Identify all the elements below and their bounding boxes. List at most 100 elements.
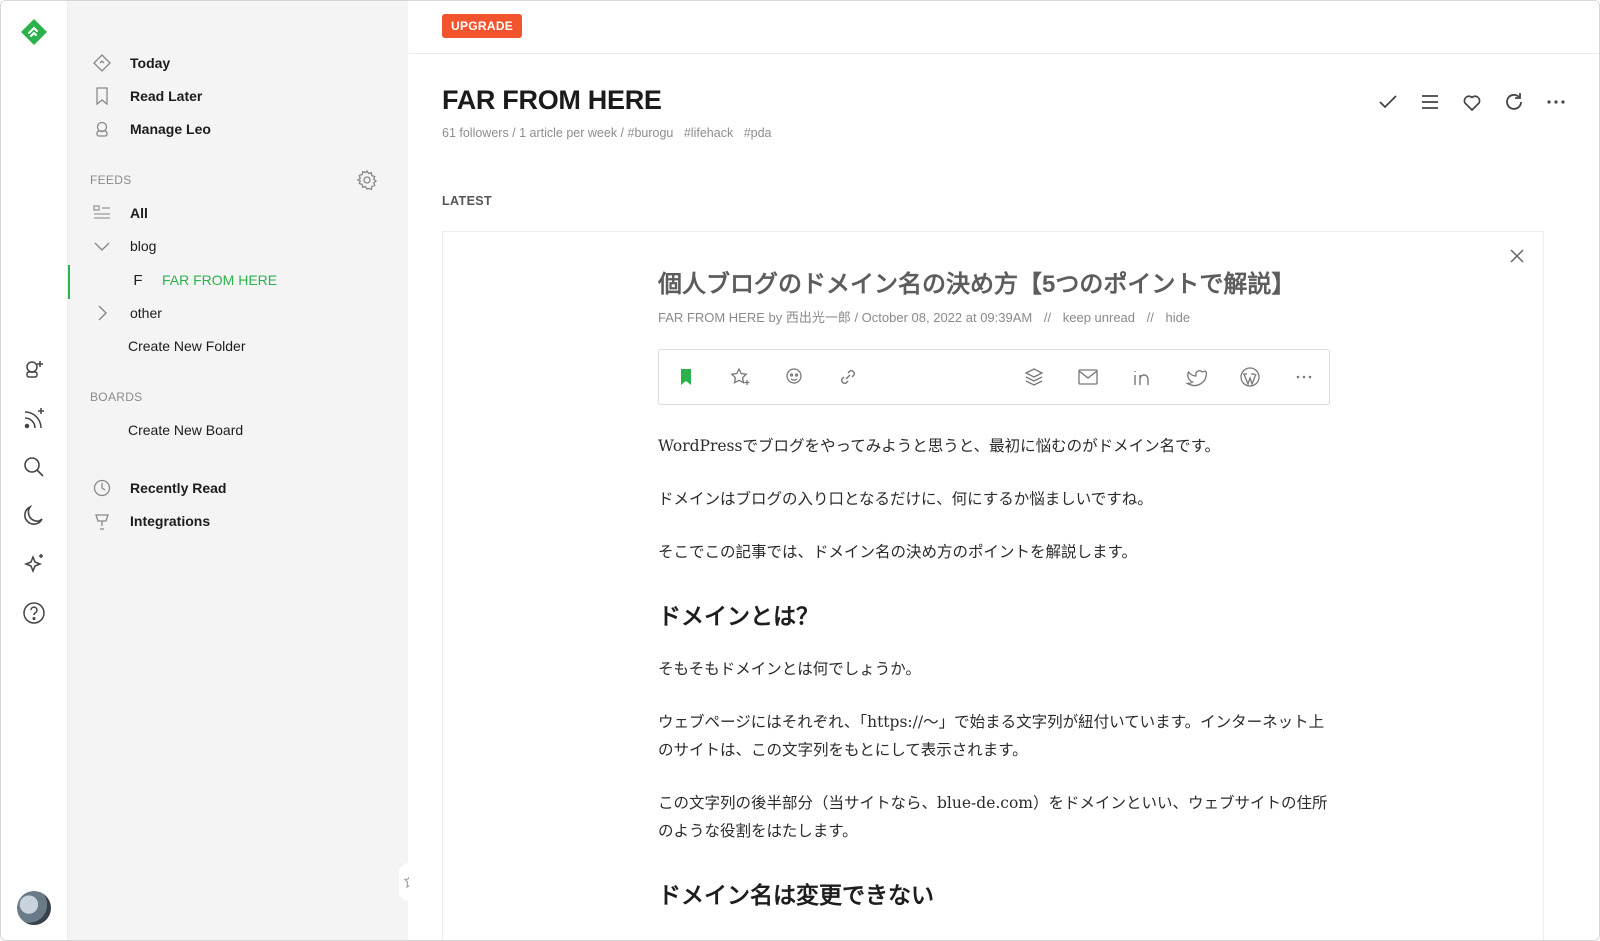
article-heading: ドメイン名は変更できない: [658, 882, 934, 908]
feeds-settings-gear-icon[interactable]: [356, 169, 378, 191]
read-later-button[interactable]: [673, 364, 699, 390]
article-heading: ドメインとは？: [658, 603, 819, 629]
bookmark-icon: [92, 86, 112, 106]
article-card: 個人ブログのドメイン名の決め方【5つのポイントで解説】 FAR FROM HER…: [442, 231, 1544, 940]
help-icon[interactable]: [21, 600, 47, 626]
folder-label: blog: [130, 238, 157, 254]
add-rss-feed-icon[interactable]: [21, 406, 47, 432]
search-icon[interactable]: [21, 454, 47, 480]
folder-label: other: [130, 305, 162, 321]
article-body: WordPressでブログをやってみようと思うと、最初に悩むのがドメイン名です。…: [658, 432, 1338, 934]
feed-favicon: F: [133, 271, 143, 289]
add-ai-feed-icon[interactable]: [21, 357, 47, 383]
sidebar-item-label: Manage Leo: [130, 121, 211, 137]
more-dots-icon: [1296, 375, 1312, 379]
sidebar-item-today[interactable]: Today: [92, 50, 170, 76]
heart-icon: [1463, 95, 1481, 112]
article-meta: FAR FROM HERE by 西出光一郎 / October 08, 202…: [658, 307, 1190, 326]
top-bar: UPGRADE: [409, 1, 1599, 54]
layout-button[interactable]: [1417, 89, 1443, 115]
article-title[interactable]: 個人ブログのドメイン名の決め方【5つのポイントで解説】: [658, 264, 1358, 299]
sidebar-item-integrations[interactable]: Integrations: [92, 508, 210, 534]
chevron-down-icon[interactable]: [92, 236, 112, 256]
star-plus-icon: [730, 367, 750, 385]
feed-meta: 61 followers / 1 article per week / #bur…: [442, 126, 772, 140]
feed-title: FAR FROM HERE: [442, 85, 662, 115]
share-more-button[interactable]: [1291, 364, 1317, 390]
article-source: FAR FROM HERE by 西出光一郎 / October 08, 202…: [658, 310, 1033, 325]
refresh-button[interactable]: [1501, 89, 1527, 115]
sidebar-item-read-later[interactable]: Read Later: [92, 83, 202, 109]
save-to-board-button[interactable]: [727, 364, 753, 390]
main-content: UPGRADE FAR FROM HERE 61 followers / 1 a…: [409, 1, 1599, 940]
user-avatar[interactable]: [17, 891, 51, 925]
share-toolbar: [658, 349, 1330, 405]
leo-face-icon: [786, 368, 802, 384]
feedly-logo-icon[interactable]: [19, 17, 49, 47]
create-new-board-link[interactable]: Create New Board: [128, 417, 243, 443]
close-icon[interactable]: [1507, 246, 1527, 266]
keep-unread-link[interactable]: keep unread: [1063, 310, 1135, 325]
folder-blog[interactable]: blog: [92, 233, 156, 259]
check-icon: [1379, 95, 1397, 109]
share-buffer-button[interactable]: [1021, 364, 1047, 390]
feed-stats: 61 followers / 1 article per week / #bur…: [442, 126, 674, 140]
today-icon: [92, 53, 112, 73]
wordpress-icon: [1240, 367, 1260, 387]
sidebar-item-all[interactable]: All: [92, 200, 148, 226]
feed-label: FAR FROM HERE: [162, 272, 278, 288]
sidebar-item-label: Today: [130, 55, 171, 71]
article-paragraph: ドメインはブログの入り口となるだけに、何にするか悩ましいですね。: [658, 490, 1153, 508]
share-email-button[interactable]: [1075, 364, 1101, 390]
hide-link[interactable]: hide: [1166, 310, 1191, 325]
sidebar-item-label: Read Later: [130, 88, 203, 104]
article-paragraph: WordPressでブログをやってみようと思うと、最初に悩むのがドメイン名です。: [658, 437, 1221, 455]
create-folder-label: Create New Folder: [128, 338, 246, 354]
article-paragraph: ウェブページにはそれぞれ、「https://〜」で始まる文字列が紐付いています。…: [658, 713, 1325, 759]
upgrade-button[interactable]: UPGRADE: [442, 14, 523, 38]
active-feed-indicator: [68, 265, 70, 299]
sidebar: Today Read Later Manage Leo FEEDS All bl…: [68, 1, 408, 940]
boards-section-title: BOARDS: [90, 390, 143, 404]
night-mode-icon[interactable]: [21, 503, 47, 529]
app-window: Today Read Later Manage Leo FEEDS All bl…: [0, 0, 1600, 941]
list-icon: [92, 203, 112, 223]
meta-separator: //: [1043, 310, 1052, 325]
article-paragraph: そこでこの記事では、ドメイン名の決め方のポイントを解説します。: [658, 543, 1137, 561]
follow-button[interactable]: [1459, 89, 1485, 115]
mark-as-read-button[interactable]: [1375, 89, 1401, 115]
feed-tag[interactable]: #pda: [744, 126, 772, 140]
menu-lines-icon: [1422, 95, 1438, 109]
icon-rail: [1, 1, 68, 940]
latest-section-label: LATEST: [442, 194, 493, 208]
feed-tag[interactable]: #lifehack: [684, 126, 733, 140]
leo-train-button[interactable]: [781, 364, 807, 390]
sidebar-item-label: Integrations: [130, 513, 211, 529]
sidebar-feed-far-from-here[interactable]: F FAR FROM HERE: [128, 267, 277, 293]
twitter-icon: [1185, 370, 1207, 387]
meta-separator: //: [1146, 310, 1154, 325]
sparkle-icon[interactable]: [21, 551, 47, 577]
sidebar-item-label: All: [130, 205, 148, 221]
leo-icon: [92, 119, 112, 139]
chevron-right-icon[interactable]: [92, 303, 112, 323]
create-board-label: Create New Board: [128, 422, 244, 438]
share-linkedin-button[interactable]: [1129, 364, 1155, 390]
more-dots-icon: [1547, 100, 1565, 104]
plug-icon: [92, 511, 112, 531]
copy-link-button[interactable]: [835, 364, 861, 390]
sidebar-item-manage-leo[interactable]: Manage Leo: [92, 116, 211, 142]
article-paragraph: この文字列の後半部分（当サイトなら、blue-de.com）をドメインといい、ウ…: [658, 794, 1328, 840]
sidebar-item-recently-read[interactable]: Recently Read: [92, 475, 226, 501]
feed-actions: [1375, 89, 1569, 115]
share-wordpress-button[interactable]: [1237, 364, 1263, 390]
more-options-button[interactable]: [1543, 89, 1569, 115]
folder-other[interactable]: other: [92, 300, 162, 326]
article-paragraph: そもそもドメインとは何でしょうか。: [658, 660, 921, 678]
link-icon: [841, 370, 855, 384]
bookmark-filled-icon: [681, 369, 691, 385]
layers-icon: [1024, 368, 1044, 386]
mail-icon: [1078, 369, 1098, 385]
create-new-folder-link[interactable]: Create New Folder: [128, 333, 246, 359]
share-twitter-button[interactable]: [1183, 364, 1209, 390]
